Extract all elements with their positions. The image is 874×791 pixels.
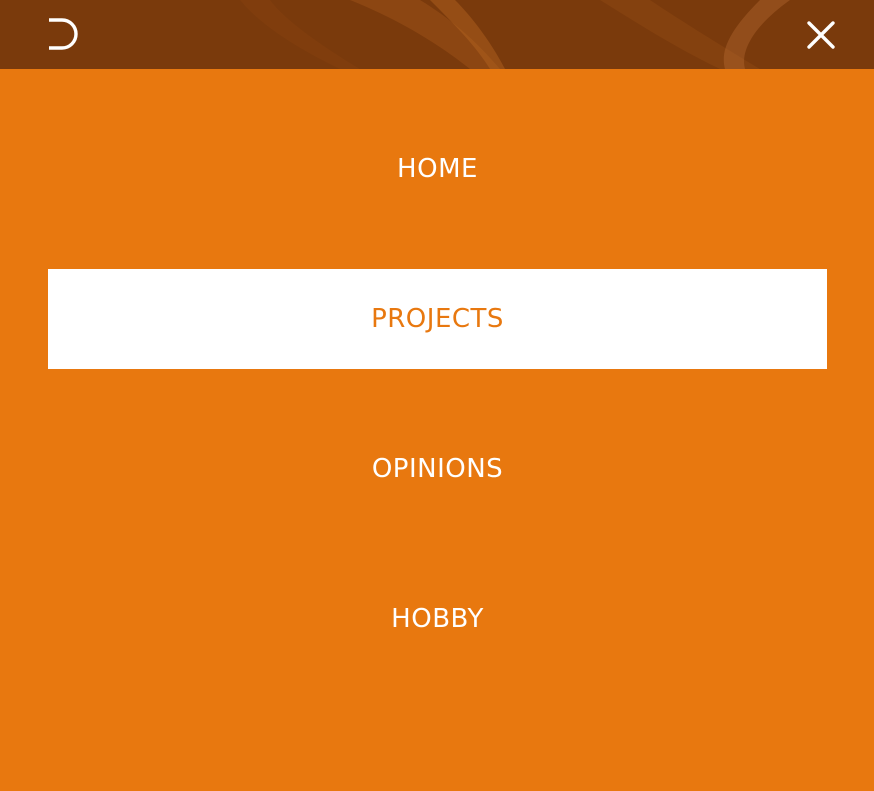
logo-d-icon[interactable] [46, 16, 82, 52]
menu-item-label: HOME [397, 154, 478, 184]
menu-item-home[interactable]: HOME [48, 119, 827, 219]
menu-item-label: PROJECTS [371, 304, 504, 334]
menu-item-opinions[interactable]: OPINIONS [48, 419, 827, 519]
menu-item-label: HOBBY [391, 604, 484, 634]
top-bar [0, 0, 874, 69]
header-background-texture [240, 0, 790, 69]
menu-item-label: OPINIONS [371, 454, 504, 484]
main-menu: HOME PROJECTS OPINIONS HOBBY [48, 119, 827, 719]
menu-item-projects[interactable]: PROJECTS [48, 269, 827, 369]
close-icon[interactable] [803, 17, 839, 53]
menu-item-hobby[interactable]: HOBBY [48, 569, 827, 669]
